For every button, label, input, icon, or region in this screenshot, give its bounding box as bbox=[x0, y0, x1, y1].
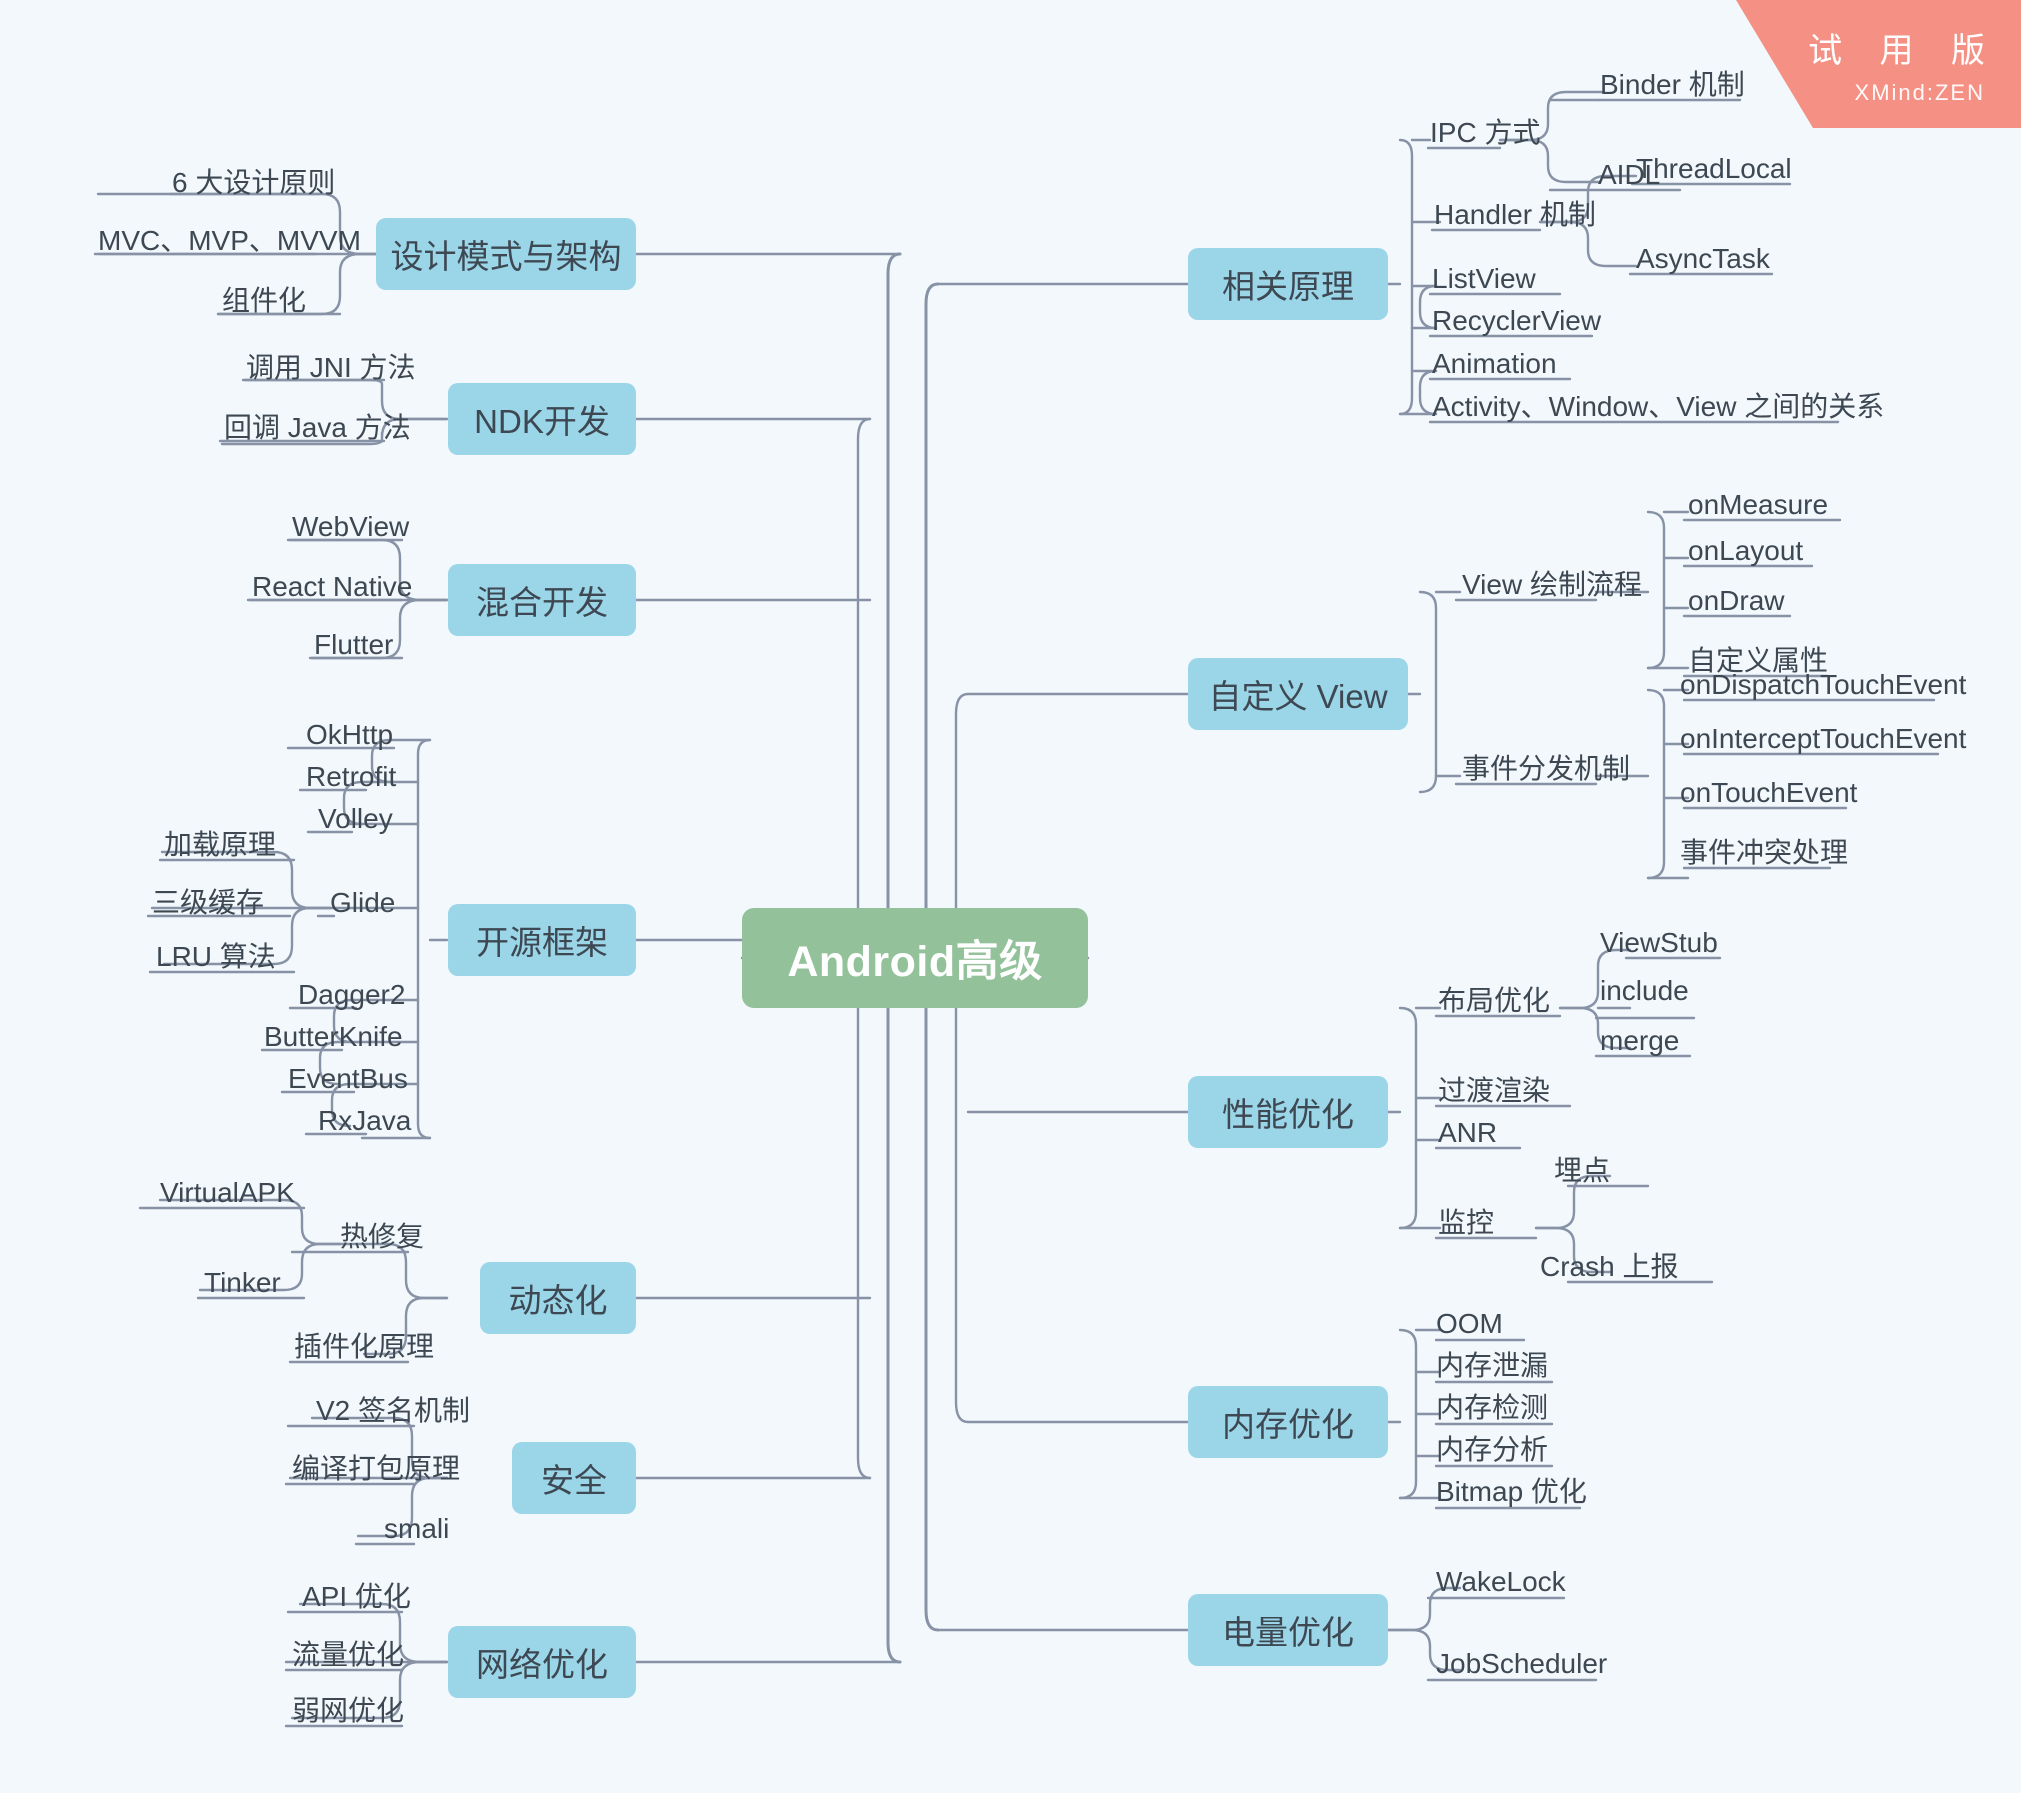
leaf-lru[interactable]: LRU 算法 bbox=[156, 943, 276, 971]
leaf-call-jni[interactable]: 调用 JNI 方法 bbox=[246, 354, 416, 382]
leaf-rxjava[interactable]: RxJava bbox=[318, 1107, 411, 1135]
leaf-overdraw[interactable]: 过渡渲染 bbox=[1438, 1077, 1550, 1105]
leaf-retrofit[interactable]: Retrofit bbox=[306, 763, 396, 791]
leaf-monitoring[interactable]: 监控 bbox=[1438, 1209, 1494, 1237]
leaf-event-dispatch[interactable]: 事件分发机制 bbox=[1462, 755, 1630, 783]
leaf-viewstub[interactable]: ViewStub bbox=[1600, 929, 1718, 957]
topic-label: 性能优化 bbox=[1222, 1096, 1354, 1133]
topic-dynamic[interactable]: 动态化 bbox=[480, 1262, 636, 1334]
leaf-tracking-point[interactable]: 埋点 bbox=[1554, 1157, 1610, 1185]
leaf-memory-leak[interactable]: 内存泄漏 bbox=[1436, 1352, 1548, 1380]
root-topic[interactable]: Android高级 bbox=[742, 908, 1088, 1008]
leaf-memory-analysis[interactable]: 内存分析 bbox=[1436, 1436, 1548, 1464]
leaf-eventbus[interactable]: EventBus bbox=[288, 1065, 408, 1093]
leaf-handler[interactable]: Handler 机制 bbox=[1434, 201, 1596, 229]
leaf-componentization[interactable]: 组件化 bbox=[222, 287, 306, 315]
topic-label: 设计模式与架构 bbox=[390, 238, 622, 275]
topic-label: 网络优化 bbox=[476, 1646, 608, 1683]
topic-custom-view[interactable]: 自定义 View bbox=[1188, 658, 1408, 730]
topic-principles[interactable]: 相关原理 bbox=[1188, 248, 1388, 320]
leaf-ipc[interactable]: IPC 方式 bbox=[1430, 119, 1540, 147]
topic-label: 混合开发 bbox=[476, 584, 608, 621]
leaf-okhttp[interactable]: OkHttp bbox=[306, 721, 393, 749]
topic-security[interactable]: 安全 bbox=[512, 1442, 636, 1514]
leaf-layout-opt[interactable]: 布局优化 bbox=[1438, 987, 1550, 1015]
topic-performance[interactable]: 性能优化 bbox=[1188, 1076, 1388, 1148]
leaf-ontouchevent[interactable]: onTouchEvent bbox=[1680, 779, 1857, 807]
leaf-onmeasure[interactable]: onMeasure bbox=[1688, 491, 1828, 519]
leaf-ondraw[interactable]: onDraw bbox=[1688, 587, 1784, 615]
leaf-react-native[interactable]: React Native bbox=[252, 573, 412, 601]
leaf-wakelock[interactable]: WakeLock bbox=[1436, 1568, 1566, 1596]
leaf-tinker[interactable]: Tinker bbox=[204, 1269, 281, 1297]
leaf-dagger2[interactable]: Dagger2 bbox=[298, 981, 405, 1009]
topic-design-pattern[interactable]: 设计模式与架构 bbox=[376, 218, 636, 290]
leaf-build-principle[interactable]: 编译打包原理 bbox=[292, 1455, 460, 1483]
leaf-butterknife[interactable]: ButterKnife bbox=[264, 1023, 403, 1051]
leaf-oninterceptTouchevent[interactable]: onInterceptTouchEvent bbox=[1680, 725, 1966, 753]
topic-label: 动态化 bbox=[508, 1282, 608, 1319]
leaf-hotfix[interactable]: 热修复 bbox=[340, 1223, 424, 1251]
leaf-asynctask[interactable]: AsyncTask bbox=[1636, 245, 1770, 273]
topic-label: 电量优化 bbox=[1222, 1614, 1354, 1651]
topic-label: 安全 bbox=[541, 1462, 607, 1499]
leaf-weak-network-opt[interactable]: 弱网优化 bbox=[292, 1697, 404, 1725]
topic-open-source[interactable]: 开源框架 bbox=[448, 904, 636, 976]
leaf-binder[interactable]: Binder 机制 bbox=[1600, 71, 1745, 99]
topic-label: 自定义 View bbox=[1208, 678, 1388, 715]
leaf-mvc-mvp-mvvm[interactable]: MVC、MVP、MVVM bbox=[98, 227, 361, 255]
leaf-oom[interactable]: OOM bbox=[1436, 1310, 1503, 1338]
leaf-bitmap-opt[interactable]: Bitmap 优化 bbox=[1436, 1478, 1587, 1506]
topic-memory[interactable]: 内存优化 bbox=[1188, 1386, 1388, 1458]
topic-ndk[interactable]: NDK开发 bbox=[448, 383, 636, 455]
leaf-plugin-principle[interactable]: 插件化原理 bbox=[294, 1333, 434, 1361]
mindmap-canvas: Android高级 设计模式与架构 NDK开发 混合开发 开源框架 动态化 安全… bbox=[0, 0, 2021, 1793]
topic-label: NDK开发 bbox=[474, 403, 610, 440]
leaf-ondispatchtouchevent[interactable]: onDispatchTouchEvent bbox=[1680, 671, 1966, 699]
leaf-api-opt[interactable]: API 优化 bbox=[302, 1583, 411, 1611]
leaf-three-level-cache[interactable]: 三级缓存 bbox=[152, 889, 264, 917]
leaf-volley[interactable]: Volley bbox=[318, 805, 393, 833]
leaf-smali[interactable]: smali bbox=[384, 1515, 449, 1543]
leaf-include[interactable]: include bbox=[1600, 977, 1689, 1005]
watermark-subtitle: XMind:ZEN bbox=[1854, 79, 1985, 105]
leaf-crash-report[interactable]: Crash 上报 bbox=[1540, 1253, 1678, 1281]
leaf-virtualapk[interactable]: VirtualAPK bbox=[160, 1179, 295, 1207]
leaf-webview[interactable]: WebView bbox=[292, 513, 409, 541]
trial-watermark: 试 用 版 XMind:ZEN bbox=[1736, 0, 2021, 128]
topic-network-opt[interactable]: 网络优化 bbox=[448, 1626, 636, 1698]
leaf-memory-detect[interactable]: 内存检测 bbox=[1436, 1394, 1548, 1422]
leaf-animation[interactable]: Animation bbox=[1432, 350, 1557, 378]
leaf-v2-signature[interactable]: V2 签名机制 bbox=[316, 1397, 470, 1425]
leaf-jobscheduler[interactable]: JobScheduler bbox=[1436, 1650, 1607, 1678]
leaf-glide[interactable]: Glide bbox=[330, 889, 395, 917]
topic-hybrid[interactable]: 混合开发 bbox=[448, 564, 636, 636]
topic-battery[interactable]: 电量优化 bbox=[1188, 1594, 1388, 1666]
leaf-load-principle[interactable]: 加载原理 bbox=[164, 831, 276, 859]
leaf-anr[interactable]: ANR bbox=[1438, 1119, 1497, 1147]
leaf-view-draw-flow[interactable]: View 绘制流程 bbox=[1462, 571, 1642, 599]
leaf-activity-window-view[interactable]: Activity、Window、View 之间的关系 bbox=[1432, 393, 1884, 421]
leaf-onlayout[interactable]: onLayout bbox=[1688, 537, 1803, 565]
leaf-callback-java[interactable]: 回调 Java 方法 bbox=[224, 414, 411, 442]
leaf-listview[interactable]: ListView bbox=[1432, 265, 1536, 293]
topic-label: 相关原理 bbox=[1222, 268, 1354, 305]
leaf-event-conflict[interactable]: 事件冲突处理 bbox=[1680, 839, 1848, 867]
leaf-merge[interactable]: merge bbox=[1600, 1027, 1679, 1055]
leaf-threadlocal[interactable]: ThreadLocal bbox=[1636, 155, 1792, 183]
leaf-recyclerview[interactable]: RecyclerView bbox=[1432, 307, 1601, 335]
topic-label: 开源框架 bbox=[476, 924, 608, 961]
leaf-flutter[interactable]: Flutter bbox=[314, 631, 393, 659]
topic-label: 内存优化 bbox=[1222, 1406, 1354, 1443]
leaf-traffic-opt[interactable]: 流量优化 bbox=[292, 1641, 404, 1669]
leaf-design-principles[interactable]: 6 大设计原则 bbox=[172, 169, 335, 197]
watermark-title: 试 用 版 bbox=[1808, 31, 1999, 70]
root-topic-label: Android高级 bbox=[787, 938, 1043, 986]
